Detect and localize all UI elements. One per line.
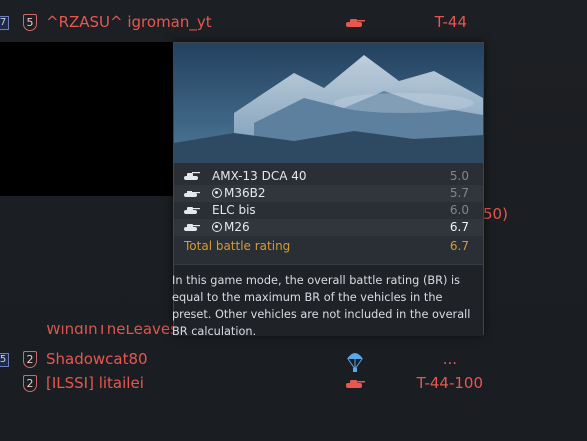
crosshair-mark-icon [212,222,222,232]
tank-destroyer-icon [184,191,200,197]
player-name[interactable]: [ILSSI] litailei [46,374,144,392]
table-row[interactable]: 2 [ILSSI] litailei T-44-100 [0,372,587,396]
player-name[interactable]: ^RZASU^ igroman_yt [46,13,212,31]
rank-badge: 5 [23,14,37,31]
preset-vehicle-list: AMX-13 DCA 40 5.0 M36B2 5.7 ELC bis 6.0 … [174,168,483,236]
player-name[interactable]: WindInTheLeaves [46,325,178,338]
parachute-icon [347,353,363,372]
table-row[interactable]: 5 2 Shadowcat80 ... [0,348,587,372]
vehicle-br: 5.0 [449,169,469,183]
vehicle-br: 6.0 [449,203,469,217]
mountain-illustration [174,43,483,163]
rank-badge: 2 [23,375,37,392]
vehicle-br-max: 6.7 [449,220,469,234]
tank-icon [184,207,200,214]
vehicle-name: M36B2 [212,186,266,200]
vehicle-name: T-44 [434,13,467,31]
list-item: M36B2 5.7 [174,185,483,202]
spaa-icon [184,172,200,180]
crosshair-mark-icon [212,188,222,198]
list-item: ELC bis 6.0 [174,202,483,219]
tank-icon [346,380,365,388]
mountain-banner-image [174,43,483,163]
total-br-label: Total battle rating [184,239,291,253]
partial-br-text: 50) [483,205,508,223]
battle-rating-tooltip: AMX-13 DCA 40 5.0 M36B2 5.7 ELC bis 6.0 … [172,42,484,338]
list-item: M26 6.7 [174,219,483,236]
scoreboard-screen: 7 5 ^RZASU^ igroman_yt T-44 WindInTheLea… [0,0,587,441]
description-text: In this game mode, the overall battle ra… [172,274,471,338]
table-row[interactable]: 7 5 ^RZASU^ igroman_yt T-44 [0,11,587,35]
vehicle-name: M26 [212,220,250,234]
tank-icon [346,19,365,27]
vehicle-name: AMX-13 DCA 40 [212,169,307,183]
squad-badge: 5 [0,353,9,367]
player-name[interactable]: Shadowcat80 [46,350,148,368]
redacted-area [0,42,173,62]
list-item: AMX-13 DCA 40 5.0 [174,168,483,185]
vehicle-name: T-44-100 [416,374,483,392]
tank-icon [184,224,200,231]
vehicle-br: 5.7 [449,186,469,200]
tooltip-description: In this game mode, the overall battle ra… [172,264,483,338]
vehicle-name-text: M36B2 [224,186,266,200]
vehicle-name: ... [442,350,457,368]
rank-badge: 2 [23,351,37,368]
vehicle-name-text: M26 [224,220,250,234]
vehicle-name: ELC bis [212,203,256,217]
squad-badge: 7 [0,16,9,30]
total-br-value: 6.7 [449,239,469,253]
